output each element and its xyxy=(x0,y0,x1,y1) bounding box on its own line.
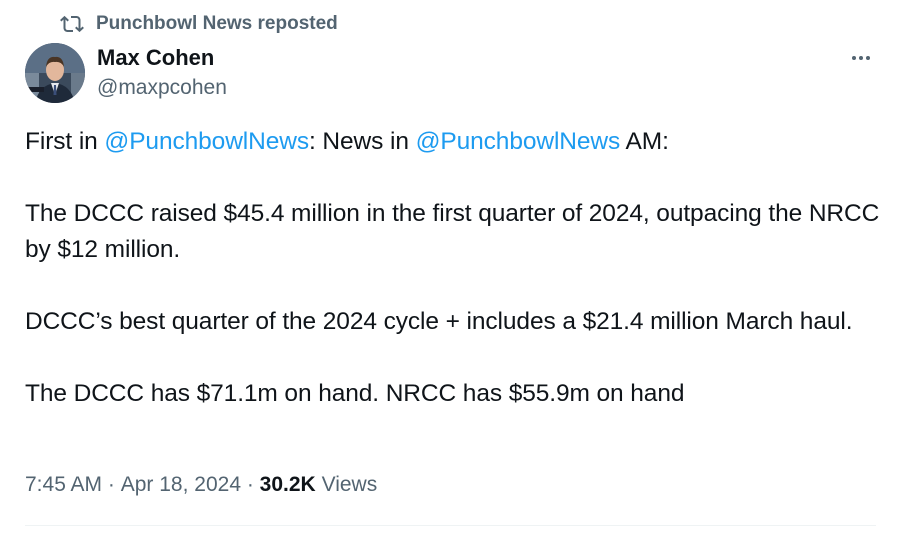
text-segment: : News in xyxy=(309,128,416,155)
tweet-date[interactable]: Apr 18, 2024 xyxy=(121,473,241,497)
tweet-paragraph-3: DCCC’s best quarter of the 2024 cycle + … xyxy=(25,308,853,335)
author-name[interactable]: Max Cohen xyxy=(97,45,214,71)
repost-label[interactable]: Punchbowl News reposted xyxy=(96,13,338,35)
divider xyxy=(25,525,876,526)
repost-icon xyxy=(60,15,84,33)
mention-link[interactable]: @PunchbowlNews xyxy=(416,128,621,155)
mention-link[interactable]: @PunchbowlNews xyxy=(104,128,309,155)
views-count: 30.2K xyxy=(259,473,316,496)
tweet-paragraph-4: The DCCC has $71.1m on hand. NRCC has $5… xyxy=(25,380,685,407)
meta-separator: · xyxy=(102,473,121,496)
tweet-card[interactable]: Punchbowl News reposted Max Cohen @maxpc… xyxy=(0,0,897,537)
more-dots-icon xyxy=(852,56,870,60)
tweet-meta: 7:45 AM · Apr 18, 2024 · 30.2K Views xyxy=(25,473,377,497)
avatar[interactable] xyxy=(25,43,85,103)
tweet-paragraph-1: First in @PunchbowlNews: News in @Punchb… xyxy=(25,124,885,160)
more-options-button[interactable] xyxy=(846,44,876,72)
repost-indicator: Punchbowl News reposted xyxy=(60,12,338,36)
tweet-paragraph-2: The DCCC raised $45.4 million in the fir… xyxy=(25,200,880,263)
tweet-time[interactable]: 7:45 AM xyxy=(25,473,102,497)
author-handle[interactable]: @maxpcohen xyxy=(97,76,227,100)
text-segment: First in xyxy=(25,128,105,155)
text-segment: AM: xyxy=(620,128,669,155)
avatar-photo xyxy=(25,43,85,103)
views-label: Views xyxy=(321,473,378,496)
meta-separator: · xyxy=(241,473,260,496)
tweet-text: First in @PunchbowlNews: News in @Punchb… xyxy=(25,124,885,412)
